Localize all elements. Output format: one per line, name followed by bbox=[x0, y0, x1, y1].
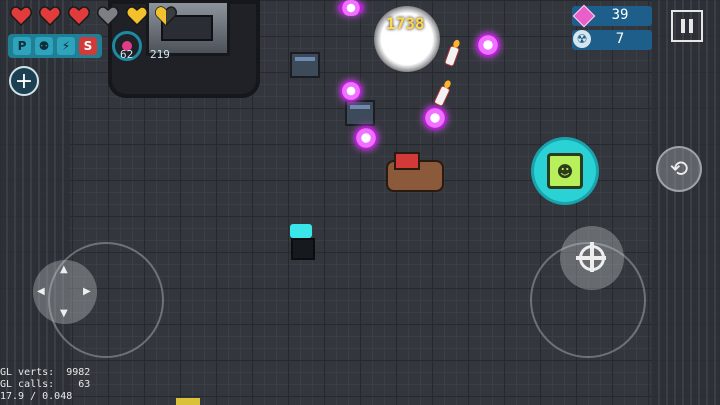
speed-buff-icon: S bbox=[79, 37, 97, 55]
enemy-bullet bbox=[340, 80, 362, 102]
enemy-bullet bbox=[338, 0, 364, 16]
skill-button[interactable]: ☻ bbox=[534, 140, 596, 202]
p-buff-icon: P bbox=[13, 37, 31, 55]
heart-icon bbox=[39, 6, 61, 26]
weapon-swap-icon: ⟲ bbox=[669, 156, 689, 182]
arrow-right-icon: ▶ bbox=[83, 286, 91, 297]
crate bbox=[290, 52, 320, 78]
plus-icon: + bbox=[14, 68, 34, 94]
add-button[interactable]: + bbox=[9, 66, 39, 96]
buff-bar: P ⚉ ⚡ S bbox=[8, 34, 102, 58]
heart-icon bbox=[126, 6, 148, 26]
demon-face-icon: ☻ bbox=[547, 153, 583, 189]
debug-overlay: GL verts: 9982 GL calls: 63 17.9 / 0.048 bbox=[0, 367, 91, 402]
weapon-swap-button[interactable]: ⟲ bbox=[656, 146, 702, 192]
heart-icon bbox=[68, 6, 90, 26]
skull-buff-icon: ⚉ bbox=[35, 37, 53, 55]
heart-icon bbox=[155, 6, 177, 26]
enemy-bullet bbox=[476, 33, 500, 57]
lightning-buff-icon: ⚡ bbox=[57, 37, 75, 55]
crate bbox=[345, 100, 375, 126]
left-wall bbox=[0, 0, 70, 405]
core-icon: ☢ bbox=[573, 30, 591, 48]
coin-item bbox=[176, 398, 200, 405]
joystick-knob[interactable]: ▲ ▼ ◀ ▶ bbox=[33, 260, 97, 324]
heart-icon bbox=[10, 6, 32, 26]
arrow-up-icon: ▲ bbox=[60, 264, 68, 275]
player-character bbox=[286, 218, 316, 260]
fire-button[interactable] bbox=[560, 226, 624, 290]
crosshair-icon bbox=[576, 242, 606, 272]
ammo-secondary: 219 bbox=[150, 48, 170, 61]
gem-count: 39 bbox=[611, 7, 629, 23]
enemy-bullet bbox=[423, 106, 447, 130]
ammo-primary: 62 bbox=[120, 48, 134, 61]
health-bar bbox=[10, 6, 177, 26]
arrow-down-icon: ▼ bbox=[60, 308, 68, 319]
boss-enemy bbox=[378, 152, 448, 200]
pause-button[interactable] bbox=[671, 10, 703, 42]
pause-icon bbox=[681, 19, 685, 33]
enemy-bullet bbox=[354, 126, 378, 150]
heart-icon bbox=[97, 6, 119, 26]
core-count: 7 bbox=[615, 31, 625, 47]
arrow-left-icon: ◀ bbox=[37, 286, 45, 297]
right-wall bbox=[652, 0, 720, 405]
damage-number: 1738 bbox=[386, 14, 425, 33]
